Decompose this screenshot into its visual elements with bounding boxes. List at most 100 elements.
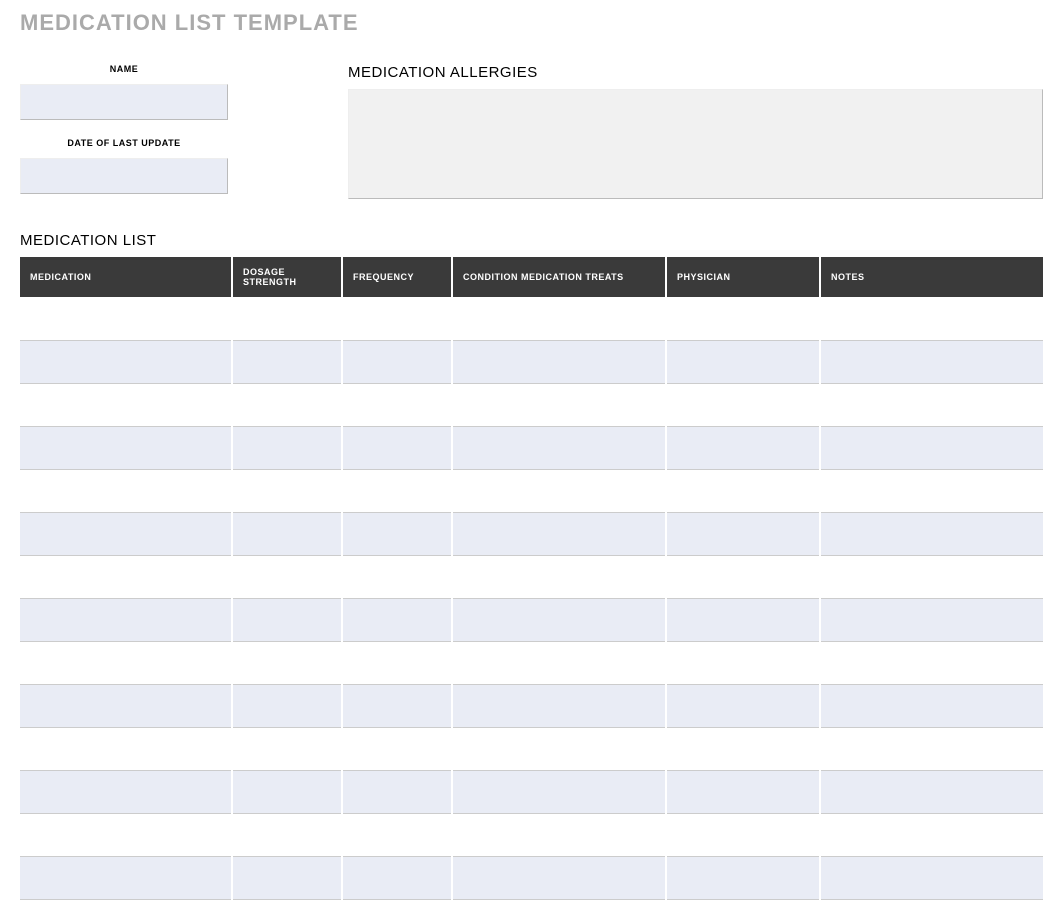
frequency-input[interactable]	[351, 560, 443, 594]
condition-input[interactable]	[461, 818, 657, 852]
cell-notes	[820, 340, 1043, 383]
physician-input[interactable]	[675, 646, 811, 680]
medication-input[interactable]	[28, 517, 223, 551]
physician-input[interactable]	[675, 775, 811, 809]
allergies-input[interactable]	[348, 89, 1043, 199]
notes-input[interactable]	[829, 560, 1035, 594]
frequency-input[interactable]	[351, 646, 443, 680]
notes-input[interactable]	[829, 474, 1035, 508]
cell-condition	[452, 512, 666, 555]
physician-input[interactable]	[675, 689, 811, 723]
frequency-input[interactable]	[351, 732, 443, 766]
frequency-input[interactable]	[351, 388, 443, 422]
dosage-input[interactable]	[241, 388, 333, 422]
dosage-input[interactable]	[241, 301, 333, 336]
cell-notes	[820, 426, 1043, 469]
dosage-input[interactable]	[241, 474, 333, 508]
cell-physician	[666, 684, 820, 727]
frequency-input[interactable]	[351, 818, 443, 852]
table-row	[20, 856, 1043, 899]
notes-input[interactable]	[829, 861, 1035, 895]
physician-input[interactable]	[675, 560, 811, 594]
physician-input[interactable]	[675, 431, 811, 465]
frequency-input[interactable]	[351, 345, 443, 379]
cell-dosage	[232, 340, 342, 383]
medication-input[interactable]	[28, 560, 223, 594]
dosage-input[interactable]	[241, 431, 333, 465]
medication-input[interactable]	[28, 689, 223, 723]
frequency-input[interactable]	[351, 861, 443, 895]
medication-input[interactable]	[28, 732, 223, 766]
cell-medication	[20, 469, 232, 512]
frequency-input[interactable]	[351, 474, 443, 508]
physician-input[interactable]	[675, 603, 811, 637]
physician-input[interactable]	[675, 861, 811, 895]
medication-input[interactable]	[28, 818, 223, 852]
physician-input[interactable]	[675, 345, 811, 379]
medication-input[interactable]	[28, 775, 223, 809]
frequency-input[interactable]	[351, 431, 443, 465]
cell-dosage	[232, 469, 342, 512]
physician-input[interactable]	[675, 474, 811, 508]
notes-input[interactable]	[829, 689, 1035, 723]
notes-input[interactable]	[829, 517, 1035, 551]
notes-input[interactable]	[829, 431, 1035, 465]
dosage-input[interactable]	[241, 732, 333, 766]
condition-input[interactable]	[461, 775, 657, 809]
condition-input[interactable]	[461, 603, 657, 637]
dosage-input[interactable]	[241, 560, 333, 594]
name-input[interactable]	[20, 84, 228, 120]
date-input[interactable]	[20, 158, 228, 194]
physician-input[interactable]	[675, 301, 811, 336]
medication-input[interactable]	[28, 388, 223, 422]
dosage-input[interactable]	[241, 689, 333, 723]
medication-input[interactable]	[28, 861, 223, 895]
condition-input[interactable]	[461, 646, 657, 680]
condition-input[interactable]	[461, 301, 657, 336]
notes-input[interactable]	[829, 818, 1035, 852]
table-row	[20, 297, 1043, 340]
medication-input[interactable]	[28, 431, 223, 465]
medication-input[interactable]	[28, 646, 223, 680]
condition-input[interactable]	[461, 431, 657, 465]
notes-input[interactable]	[829, 646, 1035, 680]
dosage-input[interactable]	[241, 775, 333, 809]
physician-input[interactable]	[675, 818, 811, 852]
frequency-input[interactable]	[351, 517, 443, 551]
medication-input[interactable]	[28, 603, 223, 637]
medication-input[interactable]	[28, 345, 223, 379]
condition-input[interactable]	[461, 560, 657, 594]
dosage-input[interactable]	[241, 517, 333, 551]
cell-physician	[666, 770, 820, 813]
medication-input[interactable]	[28, 301, 223, 336]
notes-input[interactable]	[829, 603, 1035, 637]
dosage-input[interactable]	[241, 646, 333, 680]
notes-input[interactable]	[829, 301, 1035, 336]
condition-input[interactable]	[461, 474, 657, 508]
physician-input[interactable]	[675, 388, 811, 422]
condition-input[interactable]	[461, 517, 657, 551]
frequency-input[interactable]	[351, 689, 443, 723]
notes-input[interactable]	[829, 345, 1035, 379]
frequency-input[interactable]	[351, 603, 443, 637]
dosage-input[interactable]	[241, 345, 333, 379]
medication-list-section: MEDICATION LIST MEDICATION DOSAGE STRENG…	[20, 232, 1043, 900]
condition-input[interactable]	[461, 689, 657, 723]
physician-input[interactable]	[675, 517, 811, 551]
condition-input[interactable]	[461, 732, 657, 766]
notes-input[interactable]	[829, 388, 1035, 422]
dosage-input[interactable]	[241, 818, 333, 852]
dosage-input[interactable]	[241, 861, 333, 895]
frequency-input[interactable]	[351, 775, 443, 809]
medication-input[interactable]	[28, 474, 223, 508]
frequency-input[interactable]	[351, 301, 443, 336]
notes-input[interactable]	[829, 775, 1035, 809]
cell-dosage	[232, 641, 342, 684]
physician-input[interactable]	[675, 732, 811, 766]
condition-input[interactable]	[461, 345, 657, 379]
dosage-input[interactable]	[241, 603, 333, 637]
condition-input[interactable]	[461, 861, 657, 895]
cell-condition	[452, 727, 666, 770]
condition-input[interactable]	[461, 388, 657, 422]
notes-input[interactable]	[829, 732, 1035, 766]
